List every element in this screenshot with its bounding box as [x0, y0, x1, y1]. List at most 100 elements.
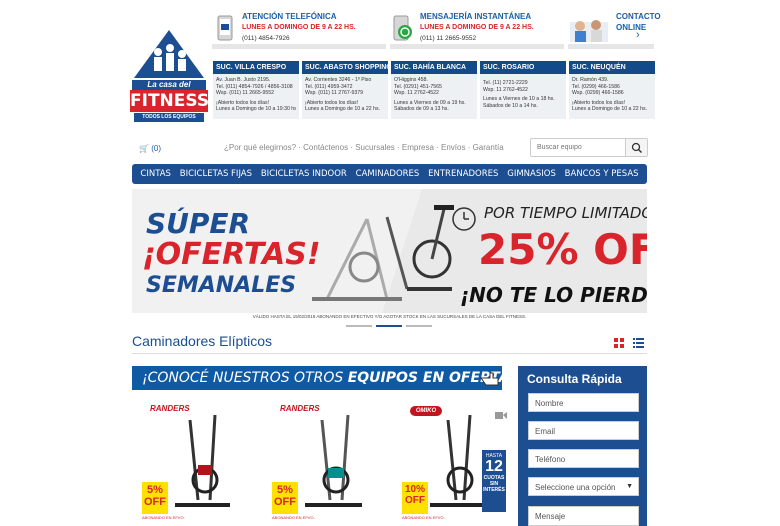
site-logo[interactable]: La casa del FITNESS TODOS LOS EQUIPOS	[130, 28, 210, 124]
offers-banner[interactable]: ¡CONOCÉ NUESTROS OTROS EQUIPOS EN OFERTA…	[132, 366, 516, 390]
store-detail-line: Sábados de 10 a 14 hs.	[483, 102, 538, 109]
discount-badge-value: 10%	[404, 484, 425, 495]
store-detail-line: O'Higgins 458.	[394, 77, 428, 83]
message-field[interactable]: Mensaje	[528, 506, 639, 526]
cart-icon: 🛒	[139, 144, 149, 153]
store-detail-line: Tel. (0291) 451-7565	[394, 83, 442, 90]
store-details: Av. Corrientes 3246 - 1º Piso Tel. (011) …	[302, 74, 388, 119]
store-card[interactable]: SUC. BAHÍA BLANCA O'Higgins 458. Tel. (029…	[391, 61, 477, 119]
store-detail-line: Tel. (011) 4854-7926 / 4856-3108	[216, 83, 293, 90]
slider-dot-active[interactable]	[376, 325, 402, 327]
store-card[interactable]: SUC. NEUQUÉN Dr. Ramón 439. Tel. (0299) 46…	[569, 61, 655, 119]
email-field[interactable]: Email	[528, 421, 639, 440]
store-name: SUC. ABASTO SHOPPING	[302, 61, 388, 74]
logo-text-main: FITNESS	[130, 91, 210, 111]
store-details: Dr. Ramón 439. Tel. (0299) 466-1586 Wsp. (…	[569, 74, 655, 119]
link-shipping[interactable]: Envíos	[441, 143, 465, 152]
chevron-right-icon: ›	[636, 29, 640, 41]
link-contact[interactable]: Contáctenos	[303, 143, 348, 152]
discount-badge-off: OFF	[144, 496, 166, 508]
store-detail-line: Wsp. (0299) 466-1586	[572, 90, 624, 97]
store-detail-line: Wsp. (011) 11 2767-9379	[305, 90, 364, 97]
elliptical-image	[305, 414, 362, 507]
store-detail-line: Av. Juan B. Justo 2195.	[216, 77, 271, 83]
slider-dot[interactable]	[346, 325, 372, 327]
quick-inquiry-panel: Consulta Rápida	[518, 366, 647, 526]
discount-badge-note: ABONANDO EN EFVO.	[402, 515, 445, 520]
store-detail-line: Dr. Ramón 439.	[572, 77, 609, 83]
main-nav: CINTAS BICICLETAS FIJAS BICICLETAS INDOO…	[132, 164, 647, 184]
contact-messaging[interactable]: MENSAJERÍA INSTANTÁNEA LUNES A DOMINGO D…	[420, 12, 534, 42]
header-divider	[568, 44, 654, 49]
product-card[interactable]: OMIKO 10% OFF ABONANDO EN EFVO. HASTA 12…	[400, 400, 510, 520]
link-company[interactable]: Empresa	[402, 143, 434, 152]
store-card[interactable]: SUC. ROSARIO Tel. (11) 2721-2229 Wsp. 11 2…	[480, 61, 566, 119]
grid-view-icon[interactable]	[614, 335, 624, 348]
discount-badge-value: 5%	[147, 484, 163, 496]
whatsapp-icon	[391, 14, 415, 42]
nav-item-entrenadores[interactable]: ENTRENADORES	[428, 169, 498, 179]
store-detail-line: Tel. (011) 4959-3472	[305, 83, 353, 90]
search-input[interactable]	[531, 139, 627, 156]
nav-item-cintas[interactable]: CINTAS	[140, 169, 171, 179]
store-name: SUC. BAHÍA BLANCA	[391, 61, 477, 74]
store-detail-line: Sábados de 09 a 13 hs.	[394, 106, 449, 113]
link-branches[interactable]: Sucursales	[355, 143, 395, 152]
topic-select[interactable]: Seleccione una opción ▼	[528, 477, 639, 496]
contact-messaging-title: MENSAJERÍA INSTANTÁNEA	[420, 12, 532, 21]
store-details: Av. Juan B. Justo 2195. Tel. (011) 4854-7…	[213, 74, 299, 119]
pointer-hand-icon	[478, 368, 502, 388]
discount-badge-off: OFF	[405, 495, 425, 506]
store-detail-line: Tel. (11) 2721-2229	[483, 80, 528, 86]
nav-item-bicicletas-fijas[interactable]: BICICLETAS FIJAS	[180, 169, 252, 179]
store-detail-line: Lunes a Viernes de 09 a 19 hs.	[394, 99, 466, 106]
chevron-down-icon: ▼	[626, 483, 633, 490]
store-card[interactable]: SUC. ABASTO SHOPPING Av. Corrientes 3246 …	[302, 61, 388, 119]
store-details: Tel. (11) 2721-2229 Wsp. 11 2762-4522 Lune…	[480, 74, 566, 119]
header-divider	[390, 44, 564, 49]
search-icon	[631, 142, 643, 154]
product-card[interactable]: RANDERS 5% OFF ABONANDO EN EFVO.	[270, 400, 370, 520]
discount-badge-note: ABONANDO EN EFVO.	[142, 515, 185, 520]
link-warranty[interactable]: Garantía	[473, 143, 504, 152]
phone-field[interactable]: Teléfono	[528, 449, 639, 468]
nav-item-gimnasios[interactable]: GIMNASIOS	[507, 169, 556, 179]
store-detail-line: Lunes a Viernes de 10 a 18 hs.	[483, 96, 555, 103]
banner-footnote: VÁLIDO HASTA EL 15/02/2018 ABONANDO EN E…	[252, 314, 527, 319]
list-view-icon[interactable]	[633, 335, 644, 348]
discount-badge-value: 5%	[277, 484, 293, 496]
nav-item-caminadores[interactable]: CAMINADORES	[356, 169, 420, 179]
cart-count: (0)	[151, 144, 161, 153]
nav-item-bancos-pesas[interactable]: BANCOS Y PESAS	[565, 169, 639, 179]
store-detail-line: ¡Abierto todos los días!	[572, 99, 626, 106]
contact-online-link[interactable]: CONTACTO ONLINE ›	[616, 12, 661, 41]
cart-link[interactable]: 🛒 (0)	[139, 144, 161, 153]
link-why-us[interactable]: ¿Por qué elegirnos?	[224, 143, 296, 152]
store-card[interactable]: SUC. VILLA CRESPO Av. Juan B. Justo 2195.…	[213, 61, 299, 119]
nav-item-bicicletas-indoor[interactable]: BICICLETAS INDOOR	[261, 169, 347, 179]
store-detail-line: Lunes a Domingo de 10 a 22 hs.	[305, 106, 380, 113]
installments-badge: HASTA 12 CUOTAS SIN INTERÉS	[482, 450, 506, 512]
phone-icon	[213, 14, 237, 42]
store-detail-line: Av. Corrientes 3246 - 1º Piso	[305, 77, 372, 83]
store-name: SUC. VILLA CRESPO	[213, 61, 299, 74]
header-divider	[212, 44, 386, 49]
contact-phone[interactable]: ATENCIÓN TELEFÓNICA LUNES A DOMINGO DE 9…	[242, 12, 356, 42]
elliptical-image	[175, 414, 230, 507]
search-button[interactable]	[625, 139, 647, 156]
name-field[interactable]: Nombre	[528, 393, 639, 412]
quick-inquiry-title: Consulta Rápida	[527, 372, 622, 386]
store-detail-line: ¡Abierto todos los días!	[216, 99, 270, 106]
store-detail-line: Wsp. 11 2762-4522	[394, 90, 439, 97]
contact-phone-title: ATENCIÓN TELEFÓNICA	[242, 12, 337, 21]
installments-count: 12	[485, 458, 503, 475]
banner-discount: 25% OFF	[478, 225, 647, 274]
promo-banner[interactable]: SÚPER ¡OFERTAS! SEMANALES POR TIEMPO LIM…	[132, 189, 647, 313]
offers-banner-text: ¡CONOCÉ NUESTROS OTROS	[142, 370, 344, 386]
page-title: Caminadores Elípticos	[132, 333, 273, 349]
contact-online-title: CONTACTO	[616, 12, 661, 21]
slider-dot[interactable]	[406, 325, 432, 327]
product-card[interactable]: RANDERS 5% OFF ABONANDO EN EFVO.	[140, 400, 240, 520]
store-detail-line: Wsp. (011) 11 2665-9552	[216, 90, 275, 97]
banner-limited: POR TIEMPO LIMITADO	[484, 204, 647, 222]
